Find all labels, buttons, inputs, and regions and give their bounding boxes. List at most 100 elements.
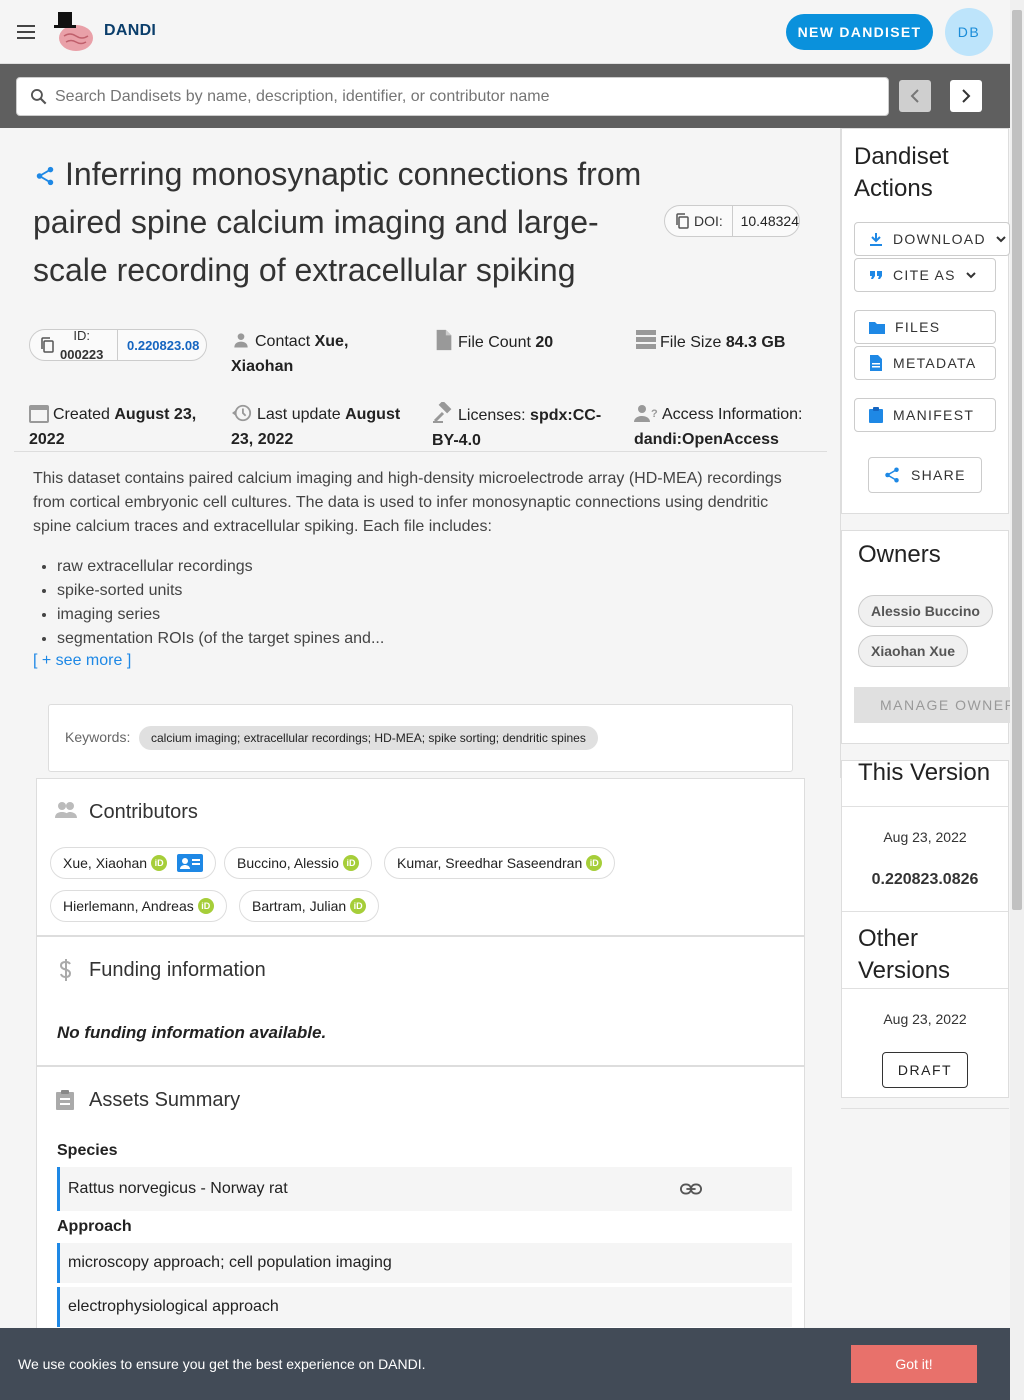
accept-cookies-button[interactable]: Got it!	[851, 1345, 977, 1383]
contributor-name: Bartram, Julian	[252, 898, 347, 914]
gavel-icon	[433, 400, 452, 423]
file-size-label: File Size	[660, 334, 722, 351]
identifier-chip[interactable]: ID: 000223 0.220823.08	[29, 329, 207, 361]
files-button[interactable]: FILES	[854, 310, 996, 344]
description-list: raw extracellular recordings spike-sorte…	[33, 555, 803, 651]
copy-icon[interactable]	[40, 337, 54, 353]
other-version-date: Aug 23, 2022	[883, 1011, 967, 1027]
history-icon	[232, 404, 252, 422]
species-name: Rattus norvegicus - Norway rat	[68, 1180, 288, 1197]
download-icon	[870, 233, 882, 246]
scrollbar-thumb[interactable]	[1012, 10, 1022, 910]
manage-owners-button[interactable]: MANAGE OWNERS	[854, 687, 1010, 723]
orcid-icon[interactable]: iD	[350, 898, 367, 914]
created-label: Created	[53, 406, 110, 423]
owners-panel: Owners Alessio Buccino Xiaohan Xue MANAG…	[841, 530, 1010, 744]
version-id[interactable]: 0.220823.08	[118, 338, 199, 353]
funding-card: Funding information No funding informati…	[36, 936, 805, 1066]
divider	[14, 451, 827, 452]
manifest-label: MANIFEST	[893, 407, 975, 423]
assets-summary-card: Assets Summary Species Rattus norvegicus…	[36, 1066, 805, 1346]
dandi-logo-icon[interactable]	[52, 10, 96, 54]
user-avatar[interactable]: DB	[945, 8, 993, 56]
dandiset-title: Inferring monosynaptic connections from …	[33, 156, 642, 288]
contact-label: Contact	[255, 333, 311, 350]
doi-chip[interactable]: DOI: 10.48324	[664, 205, 800, 237]
files-label: FILES	[895, 319, 941, 335]
doi-label: DOI:	[665, 206, 733, 236]
chevron-left-icon	[910, 89, 919, 103]
contributor-chip[interactable]: Kumar, Sreedhar Saseendran iD	[384, 847, 616, 879]
orcid-icon[interactable]: iD	[197, 898, 214, 914]
download-label: DOWNLOAD	[893, 231, 986, 247]
file-size-info: File Size 84.3 GB	[636, 329, 816, 355]
file-size-value: 84.3 GB	[725, 334, 786, 351]
people-icon	[55, 802, 77, 818]
next-page-button[interactable]	[950, 80, 982, 112]
person-icon	[234, 333, 248, 348]
divider	[842, 806, 1008, 807]
cookie-text: We use cookies to ensure you get the bes…	[18, 1356, 426, 1372]
manifest-button[interactable]: MANIFEST	[854, 398, 996, 432]
manage-owners-label: MANAGE OWNERS	[880, 697, 1010, 713]
contributor-name: Xue, Xiaohan	[63, 855, 148, 871]
doi-value[interactable]: 10.48324	[733, 213, 799, 229]
list-item: segmentation ROIs (of the target spines …	[57, 627, 803, 651]
contributor-chip[interactable]: Hierlemann, Andreas iD	[50, 890, 227, 922]
divider	[841, 1108, 1009, 1109]
dandiset-actions-panel: Dandiset Actions DOWNLOAD CITE AS FILES …	[841, 128, 1010, 514]
orcid-icon[interactable]: iD	[151, 855, 168, 871]
species-label: Species	[57, 1142, 118, 1159]
actions-title: Dandiset Actions	[854, 143, 949, 202]
license-label: Licenses:	[458, 407, 526, 424]
copy-icon[interactable]	[675, 213, 689, 229]
access-label: Access Information:	[662, 406, 803, 423]
link-icon[interactable]	[680, 1179, 702, 1199]
document-icon	[870, 355, 882, 371]
orcid-icon[interactable]: iD	[586, 855, 603, 871]
see-more-link[interactable]: [ + see more ]	[33, 652, 131, 670]
metadata-button[interactable]: METADATA	[854, 346, 996, 380]
contributor-chip[interactable]: Buccino, Alessio iD	[224, 847, 372, 879]
approach-item: electrophysiological approach	[57, 1287, 792, 1327]
divider	[842, 911, 1008, 912]
search-bar	[0, 64, 1010, 128]
keywords-label: Keywords:	[65, 729, 131, 745]
contact-info: Contact Xue, Xiaohan	[231, 329, 411, 379]
other-versions-title: Other Versions	[858, 925, 951, 984]
clipboard-icon	[56, 1090, 74, 1110]
this-version-number[interactable]: 0.220823.0826	[842, 871, 1008, 889]
chevron-right-icon	[962, 89, 971, 103]
keyword-chip: calcium imaging; extracellular recording…	[139, 726, 598, 750]
previous-page-button[interactable]	[899, 80, 931, 112]
approach-item: microscopy approach; cell population ima…	[57, 1243, 792, 1283]
orcid-icon[interactable]: iD	[342, 855, 359, 871]
draft-version-button[interactable]: DRAFT	[882, 1052, 968, 1088]
brand-name[interactable]: DANDI	[104, 22, 156, 40]
storage-icon	[636, 330, 656, 349]
new-dandiset-button[interactable]: NEW DANDISET	[786, 14, 933, 50]
approach-name: electrophysiological approach	[68, 1298, 279, 1315]
id-number: 000223	[60, 347, 104, 361]
keywords-box: Keywords: calcium imaging; extracellular…	[48, 704, 793, 772]
cite-as-button[interactable]: CITE AS	[854, 258, 996, 292]
contributor-chip[interactable]: Xue, Xiaohan iD	[50, 847, 217, 879]
file-count-label: File Count	[458, 334, 531, 351]
owner-chip: Xiaohan Xue	[858, 635, 969, 667]
species-item: Rattus norvegicus - Norway rat	[57, 1167, 792, 1211]
last-update-label: Last update	[257, 406, 341, 423]
list-item: imaging series	[57, 603, 803, 627]
dollar-icon	[59, 959, 72, 981]
search-input[interactable]	[55, 78, 875, 115]
share-button[interactable]: SHARE	[868, 457, 982, 493]
description-text: This dataset contains paired calcium ima…	[33, 470, 782, 535]
svg-text:?: ?	[651, 408, 658, 420]
created-info: Created August 23, 2022	[29, 402, 214, 452]
calendar-icon	[29, 405, 49, 423]
this-version-title: This Version	[858, 759, 991, 786]
menu-icon[interactable]	[14, 18, 42, 46]
download-button[interactable]: DOWNLOAD	[854, 222, 1010, 256]
contributor-chip[interactable]: Bartram, Julian iD	[239, 890, 380, 922]
share-label: SHARE	[911, 467, 966, 483]
search-box	[16, 77, 889, 116]
